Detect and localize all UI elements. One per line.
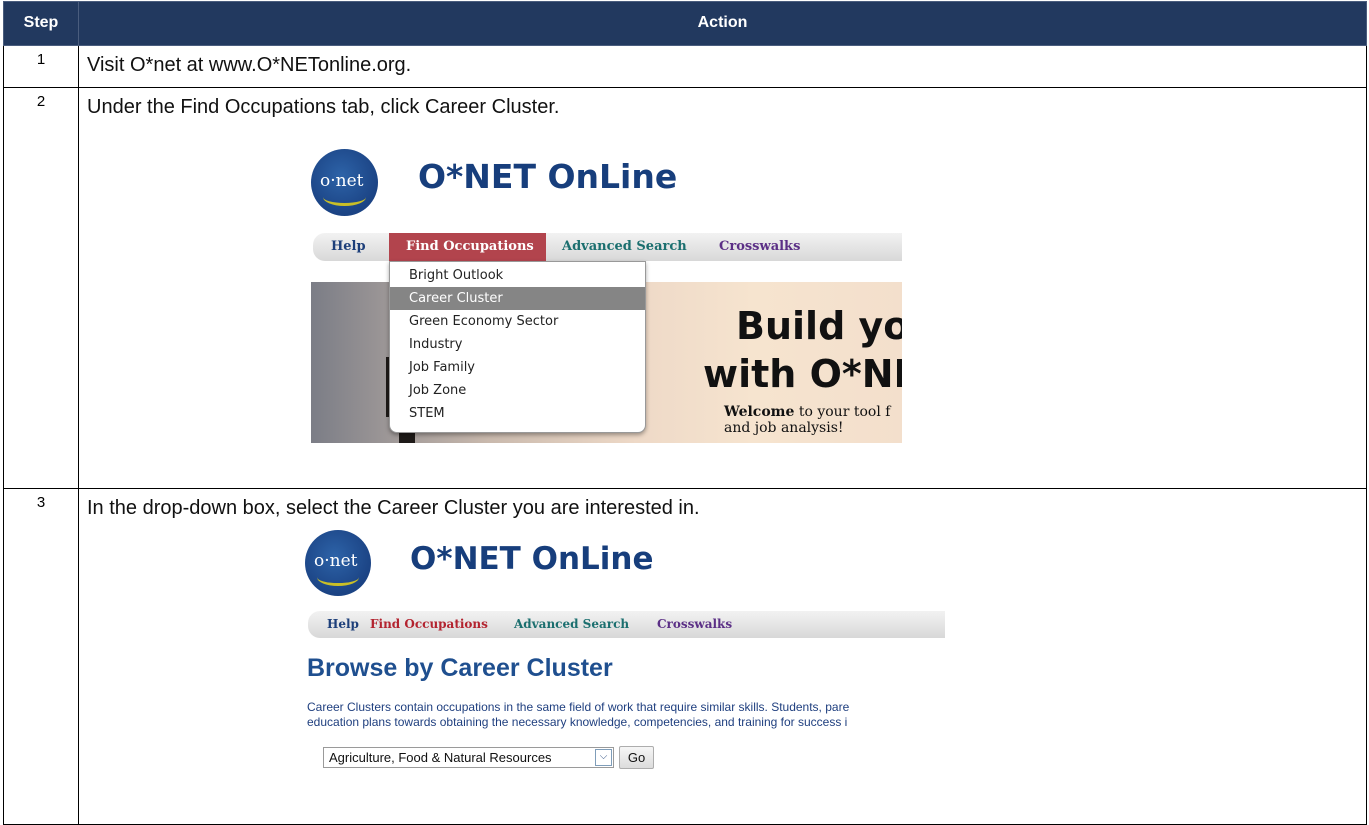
onet-screenshot-browse: o·net O*NET OnLine Help Find Occupations… <box>305 530 945 817</box>
step-number: 3 <box>3 488 79 825</box>
step-number: 1 <box>3 45 79 88</box>
step-text: Visit O*net at www.O*NETonline.org. <box>87 54 412 76</box>
header-action: Action <box>78 1 1367 46</box>
menu-item-industry[interactable]: Industry <box>390 333 645 356</box>
menu-item-bright-outlook[interactable]: Bright Outlook <box>390 264 645 287</box>
step-text: In the drop-down box, select the Career … <box>87 497 700 519</box>
find-occupations-dropdown: Bright Outlook Career Cluster Green Econ… <box>389 261 646 433</box>
banner-welcome: Welcome to your tool f <box>724 404 890 420</box>
step-number: 2 <box>3 87 79 489</box>
menu-item-job-zone[interactable]: Job Zone <box>390 379 645 402</box>
onet-screenshot-menu: o·net O*NET OnLine Help Find Occupations… <box>311 137 902 443</box>
menu-item-career-cluster[interactable]: Career Cluster <box>390 287 645 310</box>
description-line-2: education plans towards obtaining the ne… <box>307 715 848 729</box>
nav-advanced-search[interactable]: Advanced Search <box>514 617 629 631</box>
page-title: Browse by Career Cluster <box>307 654 613 682</box>
career-cluster-select[interactable]: Agriculture, Food & Natural Resources <box>323 747 614 768</box>
menu-item-job-family[interactable]: Job Family <box>390 356 645 379</box>
banner-welcome-rest: to your tool f <box>798 404 891 420</box>
step-text: Under the Find Occupations tab, click Ca… <box>87 96 560 118</box>
nav-find-occupations[interactable]: Find Occupations <box>370 617 488 631</box>
go-button[interactable]: Go <box>619 746 654 769</box>
step-row-3: 3 In the drop-down box, select the Caree… <box>3 488 1367 825</box>
table-header-row: Step Action <box>3 1 1367 46</box>
menu-item-stem[interactable]: STEM <box>390 402 645 425</box>
description-line-1: Career Clusters contain occupations in t… <box>307 700 850 714</box>
site-title: O*NET OnLine <box>418 157 678 196</box>
nav-advanced-search[interactable]: Advanced Search <box>562 239 687 254</box>
onet-logo-text: o·net <box>320 171 364 191</box>
step-row-2: 2 Under the Find Occupations tab, click … <box>3 87 1367 489</box>
step-action-cell: In the drop-down box, select the Career … <box>78 488 1367 825</box>
nav-find-occupations[interactable]: Find Occupations <box>406 239 534 254</box>
steps-table: Step Action 1 Visit O*net at www.O*NETon… <box>3 1 1367 825</box>
onet-logo-text: o·net <box>314 551 358 571</box>
banner-headline-1: Build you <box>736 304 902 348</box>
step-action-cell: Visit O*net at www.O*NETonline.org. <box>78 45 1367 88</box>
nav-help[interactable]: Help <box>327 617 359 631</box>
nav-help[interactable]: Help <box>331 239 366 254</box>
site-title: O*NET OnLine <box>410 541 654 577</box>
nav-crosswalks[interactable]: Crosswalks <box>657 617 732 631</box>
menu-item-green-economy-sector[interactable]: Green Economy Sector <box>390 310 645 333</box>
banner-welcome-bold: Welcome <box>724 404 795 420</box>
banner-welcome-line2: and job analysis! <box>724 420 844 436</box>
step-action-cell: Under the Find Occupations tab, click Ca… <box>78 87 1367 489</box>
nav-crosswalks[interactable]: Crosswalks <box>719 239 800 254</box>
chevron-down-icon[interactable]: ⌵ <box>595 749 612 766</box>
step-row-1: 1 Visit O*net at www.O*NETonline.org. <box>3 45 1367 88</box>
header-step: Step <box>3 1 79 46</box>
banner-headline-2: with O*NET <box>703 352 902 396</box>
